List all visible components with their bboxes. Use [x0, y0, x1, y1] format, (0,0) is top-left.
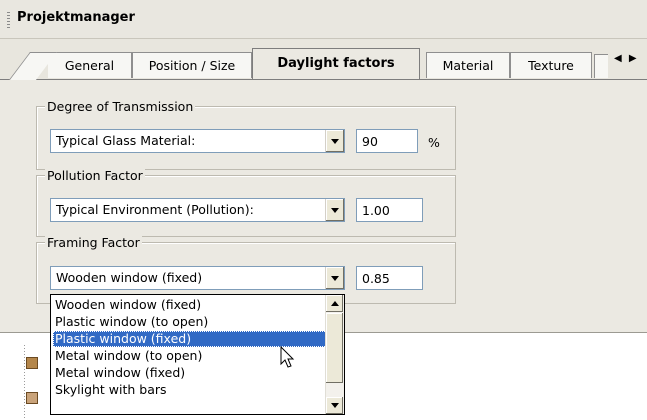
mouse-pointer-icon: [280, 346, 295, 368]
framing-legend: Framing Factor: [45, 235, 142, 250]
dropdown-scrollbar[interactable]: [325, 295, 344, 414]
drag-grip-icon[interactable]: [7, 12, 10, 28]
option-wooden-window-fixed[interactable]: Wooden window (fixed): [53, 297, 327, 313]
transmission-value-field[interactable]: 90: [356, 129, 418, 153]
window-type-value: Wooden window (fixed): [56, 270, 203, 285]
transmission-legend: Degree of Transmission: [45, 99, 196, 114]
tab-position-size[interactable]: Position / Size: [132, 52, 252, 78]
tab-scroll-arrows-icon[interactable]: ◀ ▶: [614, 53, 639, 64]
chevron-down-icon[interactable]: [325, 130, 344, 152]
tab-daylight-factors[interactable]: Daylight factors: [252, 48, 420, 79]
chevron-down-icon[interactable]: [325, 199, 344, 221]
pollution-value-field[interactable]: 1.00: [356, 198, 423, 222]
glass-material-select[interactable]: Typical Glass Material:: [50, 129, 345, 153]
tab-hidden-partial[interactable]: [594, 54, 608, 78]
scroll-up-icon[interactable]: [326, 295, 343, 312]
option-plastic-window-to-open[interactable]: Plastic window (to open): [53, 314, 327, 330]
percent-unit: %: [428, 135, 440, 150]
option-plastic-window-fixed[interactable]: Plastic window (fixed): [53, 331, 327, 347]
tab-texture[interactable]: Texture: [510, 52, 592, 78]
framing-value-field[interactable]: 0.85: [356, 266, 423, 290]
glass-material-value: Typical Glass Material:: [56, 133, 196, 148]
window-type-dropdown-list[interactable]: Wooden window (fixed) Plastic window (to…: [50, 294, 345, 415]
chevron-down-icon[interactable]: [325, 267, 344, 289]
window-type-select[interactable]: Wooden window (fixed): [50, 266, 345, 290]
option-skylight-with-bars[interactable]: Skylight with bars: [53, 382, 327, 398]
tree-connector-line: [24, 345, 25, 419]
tab-general[interactable]: General: [48, 52, 132, 78]
pollution-legend: Pollution Factor: [45, 168, 145, 183]
tab-material[interactable]: Material: [426, 52, 510, 78]
environment-value: Typical Environment (Pollution):: [56, 202, 254, 217]
window-title: Projektmanager: [17, 10, 135, 25]
scrollbar-thumb[interactable]: [326, 313, 343, 383]
scroll-down-icon[interactable]: [326, 397, 343, 414]
tree-node-icon[interactable]: [26, 357, 38, 369]
environment-select[interactable]: Typical Environment (Pollution):: [50, 198, 345, 222]
tree-node-icon[interactable]: [26, 392, 38, 404]
